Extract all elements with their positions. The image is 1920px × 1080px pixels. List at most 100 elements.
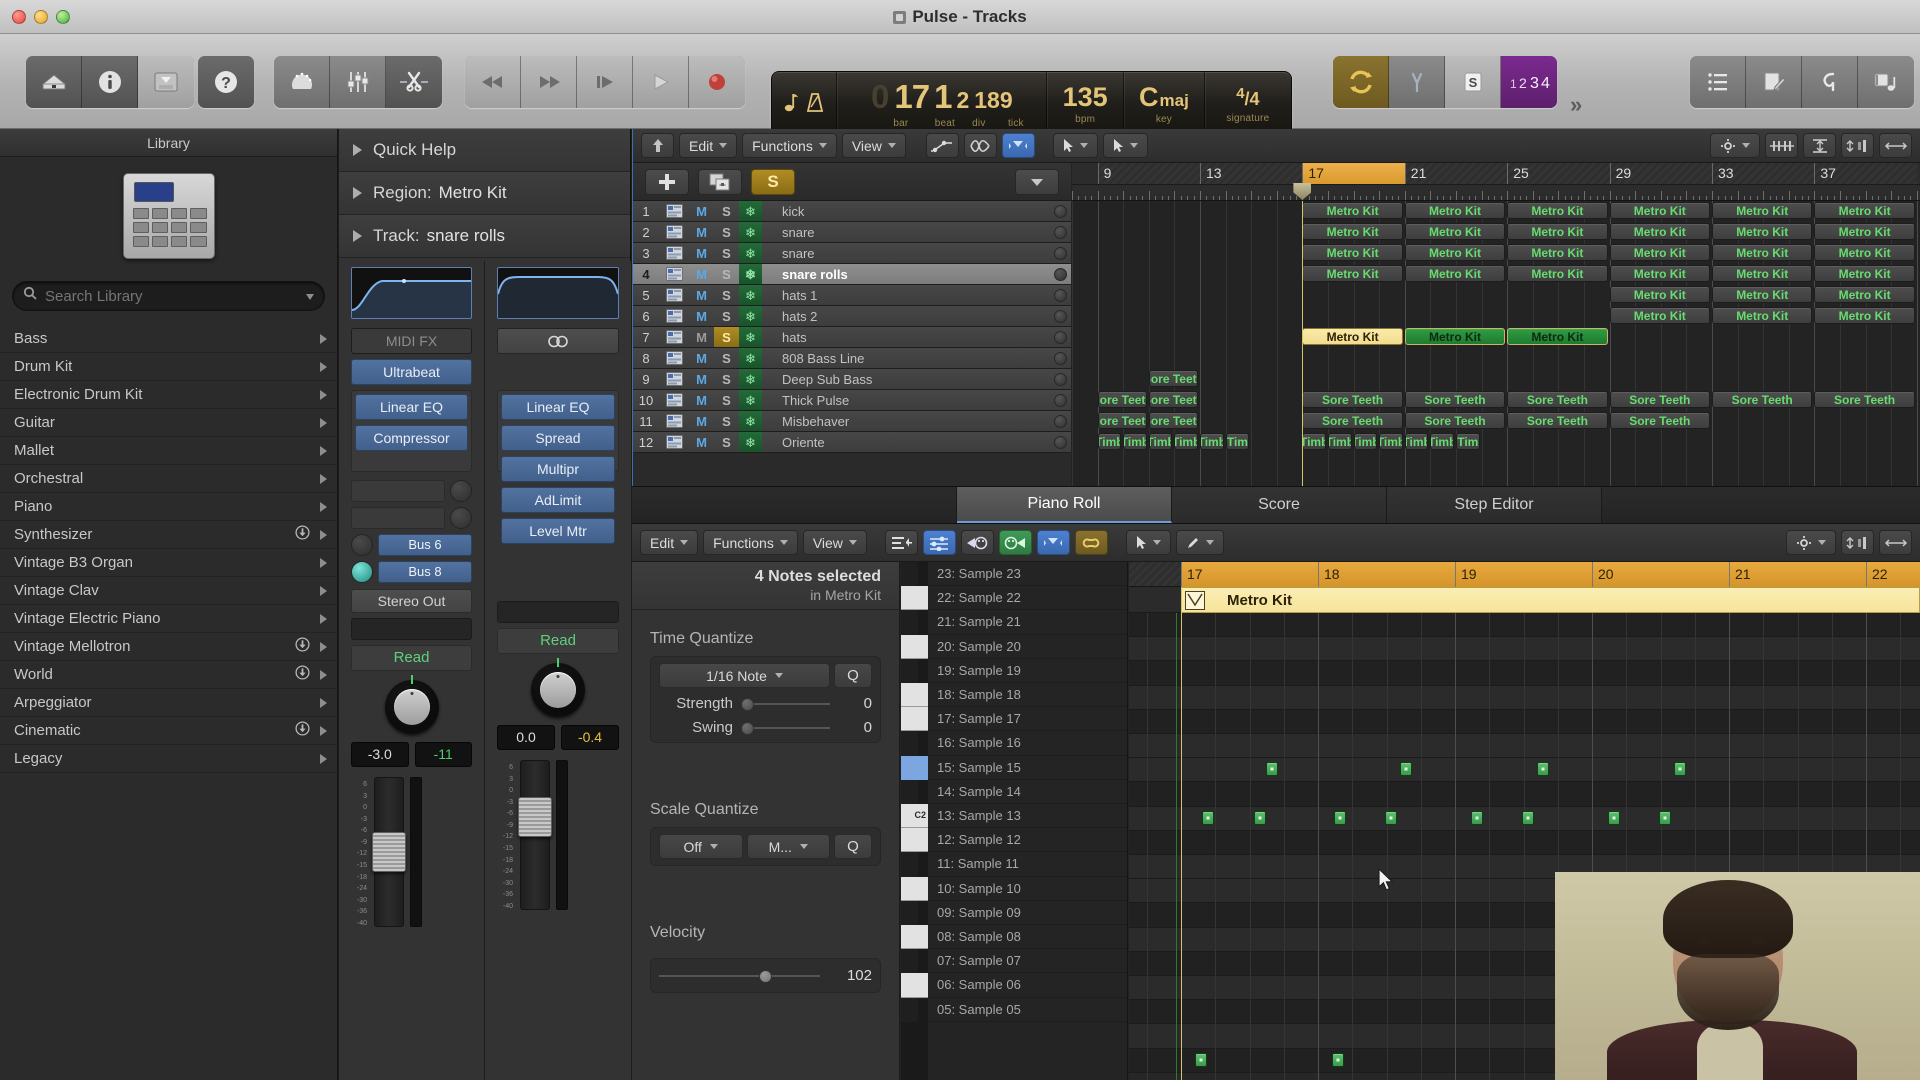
region[interactable]: Timb [1123,433,1147,450]
search-chevron-icon[interactable] [306,287,314,305]
track-volume-knob[interactable] [1049,288,1071,302]
count-in-icon[interactable]: 1 2 3 4 [1501,56,1557,108]
drum-lane-label[interactable]: 19: Sample 19 [928,659,1127,683]
editors-icon[interactable] [386,56,442,108]
region[interactable]: Metro Kit [1507,244,1608,261]
piano-key[interactable] [901,707,928,732]
region[interactable]: Sore Teeth [1507,412,1608,429]
track-instrument-icon[interactable] [659,309,689,323]
arrange-menu-functions[interactable]: Functions [742,133,837,158]
automation-icon[interactable] [925,133,959,158]
library-item[interactable]: Vintage Mellotron [0,633,337,661]
drum-lane-label[interactable]: 07: Sample 07 [928,949,1127,974]
drum-lane-label[interactable]: 08: Sample 08 [928,925,1127,950]
cycle-icon[interactable] [1333,56,1389,108]
midi-note[interactable] [1331,1052,1344,1067]
midi-note[interactable] [1659,810,1672,825]
track-name[interactable]: 808 Bass Line [762,351,1049,366]
piano-key[interactable] [901,949,918,974]
region[interactable]: Sore Teeth [1302,412,1403,429]
region[interactable]: Metro Kit [1302,244,1403,261]
send-slot-empty-2[interactable] [351,507,472,529]
drum-lane-label[interactable]: 23: Sample 23 [928,562,1127,587]
scale-quantize-apply-button[interactable]: Q [834,834,872,859]
eq-thumbnail[interactable] [351,267,472,319]
scale-quantize-dropdown[interactable]: Off [659,834,743,859]
piano-roll-bar-number[interactable]: 16 [1129,562,1181,587]
lcd-mode-icons[interactable] [772,72,838,136]
piano-key[interactable] [901,755,928,780]
settings-gear-icon[interactable] [1786,530,1836,555]
region[interactable]: Timb [1328,433,1352,450]
link-icon[interactable] [1074,530,1108,555]
lcd-key-display[interactable]: C maj key [1124,72,1205,136]
piano-key[interactable] [901,683,928,708]
drum-lane-label[interactable]: 16: Sample 16 [928,731,1127,756]
drum-lane-label[interactable]: 11: Sample 11 [928,852,1127,877]
send-knob-bus8[interactable] [351,561,373,583]
track-volume-knob[interactable] [1049,330,1071,344]
region[interactable]: Metro Kit [1302,265,1403,282]
chevron-right-icon[interactable] [320,641,327,652]
track-name[interactable]: Misbehaver [762,414,1049,429]
disclosure-triangle-icon[interactable] [353,187,362,199]
add-track-button[interactable] [645,168,689,195]
track-solo-button[interactable]: S [714,435,739,450]
library-item[interactable]: Mallet [0,437,337,465]
piano-key[interactable] [901,586,928,611]
drum-lane-label[interactable]: 06: Sample 06 [928,973,1127,998]
track-instrument-icon[interactable] [659,330,689,344]
pianoroll-menu-edit[interactable]: Edit [640,530,699,555]
chevron-right-icon[interactable] [320,669,327,680]
pan-knob[interactable] [497,663,619,717]
region[interactable]: Metro Kit [1302,202,1403,219]
flex-icon[interactable] [963,133,997,158]
region[interactable]: Sore Teeth [1712,391,1813,408]
track-mute-button[interactable]: M [689,393,714,408]
track-instrument-icon[interactable] [659,288,689,302]
lcd-signature-display[interactable]: 4/4 signature [1205,72,1291,136]
chevron-right-icon[interactable] [320,613,327,624]
region[interactable]: Sore Teeth [1609,391,1710,408]
region[interactable]: Metro Kit [1814,286,1915,303]
library-item[interactable]: Piano [0,493,337,521]
track-solo-button[interactable]: S [714,267,739,282]
note-list-icon[interactable] [884,530,918,555]
automation-mode-button[interactable]: Read [351,645,472,671]
track-name[interactable]: hats 2 [762,309,1049,324]
inspector-row[interactable]: Region: Metro Kit [339,172,630,215]
volume-fader[interactable] [372,777,406,927]
rewind-icon[interactable] [465,56,521,108]
region[interactable]: Sore Teeth [1097,391,1147,408]
track-header[interactable]: 7 M S ❄ hats [633,327,1071,348]
track-header[interactable]: 8 M S ❄ 808 Bass Line [633,348,1071,369]
library-item[interactable]: Arpeggiator [0,689,337,717]
ruler-bar-number[interactable]: 29 [1609,163,1712,184]
note-attributes-icon[interactable] [922,530,956,555]
insert-slot-1[interactable]: Linear EQ [355,394,468,420]
time-quantize-dropdown[interactable]: 1/16 Note [659,663,830,688]
drum-name-lanes[interactable]: 23: Sample 23 22: Sample 22 21: Sample 21 2… [928,562,1128,1080]
track-instrument-icon[interactable] [659,414,689,428]
region[interactable]: Metro Kit [1814,244,1915,261]
track-height-icon[interactable] [1841,133,1874,158]
piano-roll-bar-number[interactable]: 17 [1181,562,1318,587]
list-editors-icon[interactable] [1690,56,1746,108]
track-freeze-button[interactable]: ❄ [739,285,762,305]
horizontal-zoom-icon[interactable] [1879,530,1912,555]
chevron-right-icon[interactable] [320,697,327,708]
chevron-right-icon[interactable] [320,361,327,372]
track-name[interactable]: snare rolls [762,267,1049,282]
pan-value[interactable]: -11 [414,742,472,767]
track-volume-knob[interactable] [1049,246,1071,260]
chevron-right-icon[interactable] [320,445,327,456]
midi-note[interactable] [1522,810,1535,825]
regions-canvas[interactable]: Metro Kit Metro Kit Metro Kit Metro Kit Metr… [1072,201,1920,486]
send-bus8-label[interactable]: Bus 8 [378,561,472,583]
time-quantize-apply-button[interactable]: Q [834,663,872,688]
region[interactable]: Tim [1225,433,1250,450]
region[interactable]: Sore Teeth [1148,412,1198,429]
smart-controls-icon[interactable] [274,56,330,108]
chevron-right-icon[interactable] [320,585,327,596]
track-header[interactable]: 3 M S ❄ snare [633,243,1071,264]
